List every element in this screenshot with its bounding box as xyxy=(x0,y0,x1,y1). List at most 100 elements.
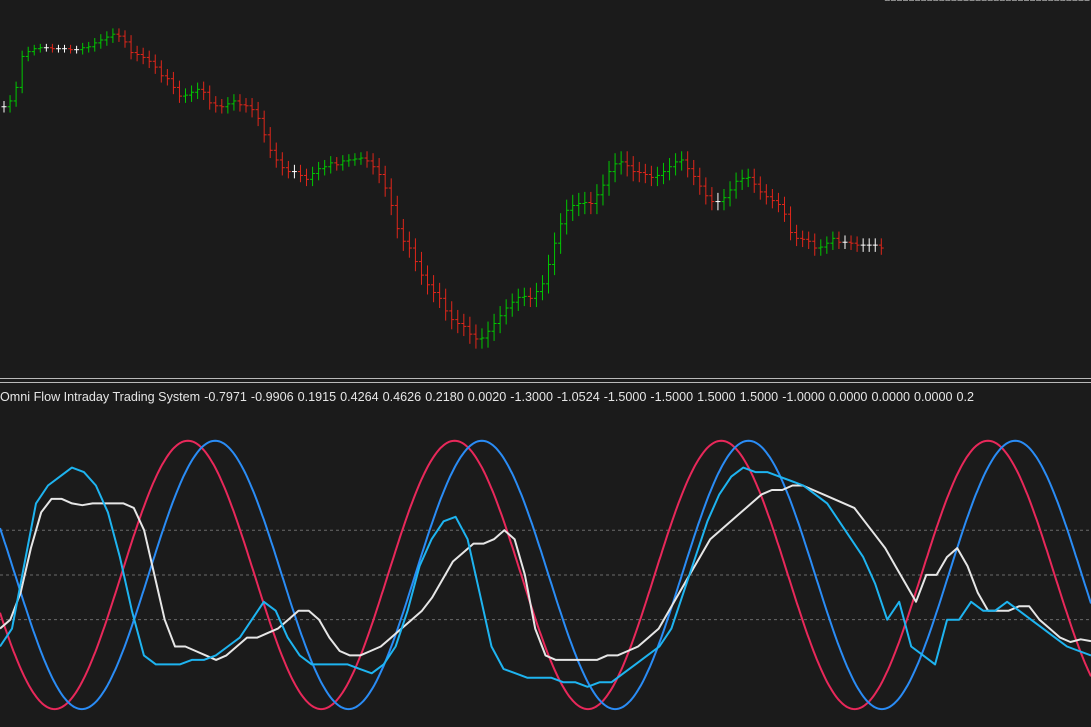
price-bar xyxy=(624,151,630,177)
price-bar xyxy=(781,196,787,222)
price-bar xyxy=(1,100,7,113)
price-bar xyxy=(570,194,576,221)
indicator-value: 1.5000 xyxy=(697,390,736,404)
indicator-value: -1.5000 xyxy=(603,390,647,404)
indicator-value: 0.4264 xyxy=(340,390,379,404)
price-bar xyxy=(195,82,201,100)
indicator-chart[interactable] xyxy=(0,405,1091,727)
price-bar xyxy=(176,80,182,103)
indicator-value: -1.3000 xyxy=(510,390,553,404)
price-bar xyxy=(473,324,479,349)
indicator-value: 0.0020 xyxy=(467,390,507,404)
separator-line-top xyxy=(0,378,1091,379)
price-bar xyxy=(497,306,503,334)
price-bar xyxy=(503,299,509,325)
price-bar xyxy=(751,168,757,193)
price-bar xyxy=(860,238,866,252)
price-bar xyxy=(425,265,431,295)
price-bar xyxy=(679,151,685,171)
price-bar xyxy=(98,34,104,49)
price-bar xyxy=(654,166,660,187)
price-bar xyxy=(485,321,491,348)
price-bar xyxy=(721,189,727,211)
price-bar xyxy=(558,213,564,254)
price-bar xyxy=(370,153,376,175)
price-bar xyxy=(836,231,842,249)
price-bar xyxy=(848,235,854,250)
price-bar xyxy=(328,156,334,174)
price-bar xyxy=(461,313,467,337)
price-bar xyxy=(340,155,346,171)
price-bar xyxy=(437,282,443,309)
price-chart[interactable] xyxy=(0,0,1091,378)
price-bar xyxy=(62,44,68,53)
price-bar xyxy=(630,156,636,182)
price-bar xyxy=(80,42,86,55)
indicator-values: -0.7971 -0.9906 0.1915 0.4264 0.4626 0.2180 0.… xyxy=(204,390,978,404)
price-bar xyxy=(346,154,352,167)
indicator-value: 0.4626 xyxy=(382,390,422,404)
indicator-value: 0.0000 xyxy=(871,390,910,404)
price-bar xyxy=(291,164,297,179)
price-bar xyxy=(31,44,37,56)
price-bar xyxy=(334,157,340,171)
indicator-value: -1.5000 xyxy=(650,390,694,404)
indicator-series-line xyxy=(0,484,1091,661)
price-bar xyxy=(152,54,158,74)
price-bar xyxy=(600,174,606,206)
separator-line-bottom xyxy=(0,382,1091,383)
price-bar xyxy=(582,191,588,215)
price-bar xyxy=(164,69,170,86)
price-bar xyxy=(697,167,703,195)
price-bar xyxy=(606,160,612,196)
indicator-value: -1.0000 xyxy=(782,390,825,404)
price-bar xyxy=(660,162,666,185)
price-bar xyxy=(769,189,775,209)
price-bar xyxy=(703,177,709,205)
price-bar xyxy=(636,161,642,183)
price-bar xyxy=(775,192,781,213)
price-bar xyxy=(49,43,55,53)
price-bar xyxy=(116,28,122,42)
price-bar xyxy=(207,85,213,110)
price-bar xyxy=(7,95,13,113)
price-bar xyxy=(25,46,31,62)
price-bar xyxy=(757,176,763,200)
price-bar xyxy=(297,164,303,183)
price-bar xyxy=(576,192,582,217)
price-bar xyxy=(509,293,515,317)
price-bar xyxy=(322,159,328,176)
price-bar xyxy=(110,28,116,43)
price-bar xyxy=(443,288,449,321)
price-bar xyxy=(158,60,164,83)
price-bar xyxy=(715,192,721,211)
indicator-value: 0.0000 xyxy=(828,390,868,404)
price-bar xyxy=(267,127,273,159)
price-chart-canvas xyxy=(1,0,1090,349)
price-bar xyxy=(219,99,225,114)
price-bar xyxy=(552,232,558,276)
price-bar xyxy=(37,43,43,53)
price-bar xyxy=(745,168,751,188)
price-bar xyxy=(183,88,189,103)
price-bar xyxy=(304,168,310,187)
price-bar xyxy=(358,152,364,165)
price-bar xyxy=(521,287,527,307)
indicator-value: 0.0000 xyxy=(913,390,953,404)
price-bar xyxy=(376,158,382,184)
price-bar xyxy=(68,44,74,54)
price-bar xyxy=(418,251,424,285)
price-bar xyxy=(316,161,322,181)
price-bar xyxy=(763,184,769,205)
indicator-value: 0.1915 xyxy=(297,390,337,404)
price-bar xyxy=(455,309,461,334)
price-bar xyxy=(642,163,648,184)
price-bar xyxy=(449,301,455,330)
price-bar xyxy=(727,181,733,207)
price-bar xyxy=(788,206,794,241)
price-bar xyxy=(515,288,521,311)
price-bar xyxy=(201,81,207,100)
price-bar xyxy=(237,94,243,112)
pane-separator[interactable] xyxy=(0,378,1091,384)
price-bar xyxy=(824,236,830,254)
